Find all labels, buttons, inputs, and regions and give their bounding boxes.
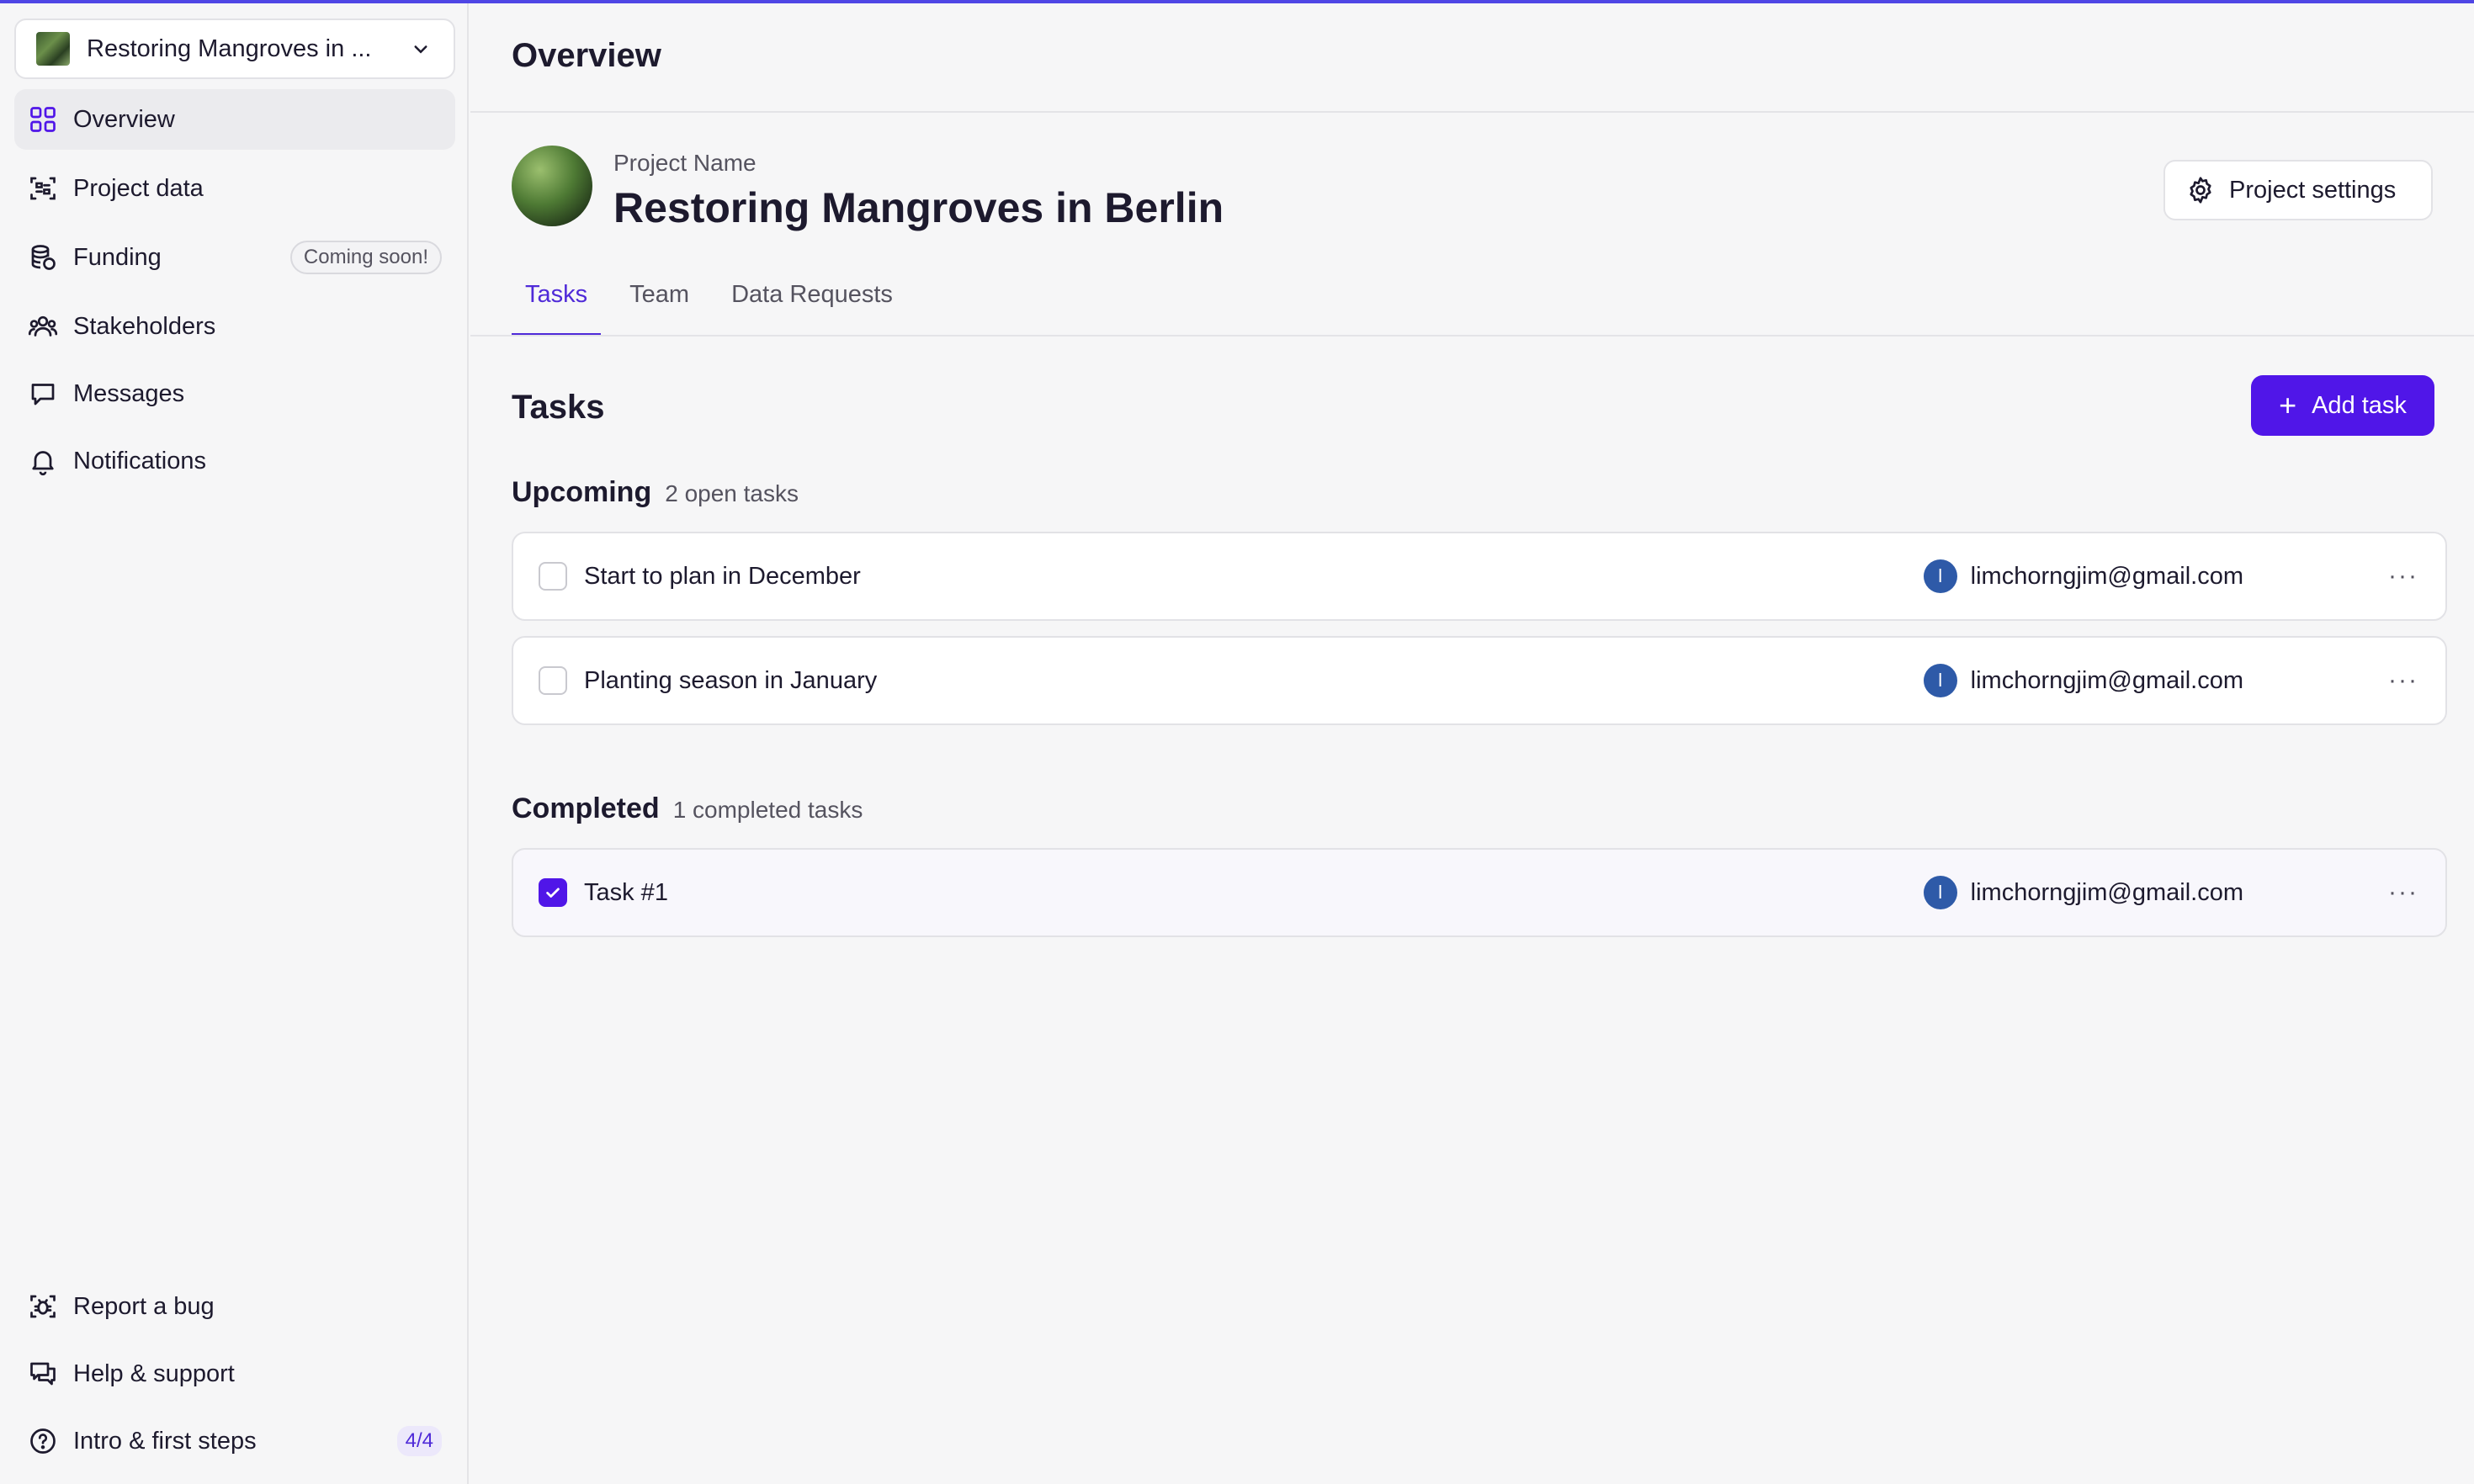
task-name: Planting season in January	[584, 666, 878, 694]
sidebar-item-label: Notifications	[73, 447, 206, 474]
upcoming-group-header: Upcoming 2 open tasks	[512, 476, 799, 509]
task-name: Start to plan in December	[584, 562, 861, 590]
assignee-email: limchorngjim@gmail.com	[1970, 562, 2243, 590]
avatar: l	[1923, 559, 1957, 593]
project-avatar	[512, 146, 592, 226]
progress-badge: 4/4	[396, 1426, 442, 1456]
task-row[interactable]: Start to plan in December l limchorngjim…	[512, 532, 2447, 621]
grid-icon	[30, 107, 56, 132]
help-chat-icon	[30, 1362, 56, 1386]
upcoming-heading: Upcoming	[512, 476, 652, 508]
tab-tasks[interactable]: Tasks	[512, 264, 602, 337]
tabs-divider	[470, 335, 2474, 337]
sidebar-item-notifications[interactable]: Notifications	[14, 431, 455, 491]
main-content: Overview Project Name Restoring Mangrove…	[470, 3, 2474, 1484]
users-icon	[28, 315, 58, 337]
bug-icon	[30, 1295, 56, 1318]
header-divider	[470, 111, 2474, 113]
sidebar-item-stakeholders[interactable]: Stakeholders	[14, 296, 455, 357]
coming-soon-badge: Coming soon!	[289, 241, 442, 274]
task-assignee: l limchorngjim@gmail.com	[1923, 664, 2243, 697]
bell-icon	[32, 451, 54, 476]
upcoming-count: 2 open tasks	[665, 480, 799, 506]
add-task-label: Add task	[2312, 391, 2407, 419]
more-options-icon[interactable]: ···	[2386, 666, 2420, 695]
project-name: Restoring Mangroves in Berlin	[613, 184, 1224, 231]
sidebar-item-label: Funding	[73, 243, 162, 271]
sidebar-item-help[interactable]: Help & support	[14, 1344, 455, 1404]
sidebar-item-report-bug[interactable]: Report a bug	[14, 1276, 455, 1337]
task-checkbox[interactable]	[539, 878, 567, 907]
plus-icon: +	[2279, 388, 2297, 422]
project-settings-button[interactable]: Project settings	[2163, 160, 2433, 220]
coins-icon	[31, 245, 56, 270]
completed-heading: Completed	[512, 792, 660, 824]
add-task-button[interactable]: + Add task	[2251, 375, 2434, 436]
sidebar-item-funding[interactable]: Funding Coming soon!	[14, 227, 455, 288]
sidebar-item-project-data[interactable]: Project data	[14, 158, 455, 219]
project-thumbnail	[36, 32, 70, 66]
sidebar-item-label: Report a bug	[73, 1292, 215, 1320]
task-checkbox[interactable]	[539, 562, 567, 591]
sidebar-item-label: Stakeholders	[73, 312, 216, 340]
sidebar-item-label: Project data	[73, 174, 204, 202]
project-selector-label: Restoring Mangroves in ...	[87, 34, 372, 62]
completed-group-header: Completed 1 completed tasks	[512, 792, 863, 825]
sidebar-item-label: Intro & first steps	[73, 1427, 257, 1455]
avatar: l	[1923, 876, 1957, 909]
assignee-email: limchorngjim@gmail.com	[1970, 666, 2243, 694]
tab-data-requests[interactable]: Data Requests	[718, 264, 906, 337]
more-options-icon[interactable]: ···	[2386, 562, 2420, 591]
check-icon	[546, 888, 560, 898]
tabs: Tasks Team Data Requests	[512, 264, 921, 337]
sidebar: Restoring Mangroves in ... Overview Proj…	[0, 3, 469, 1484]
chevron-down-icon	[414, 45, 427, 54]
gear-icon	[2190, 177, 2211, 204]
completed-count: 1 completed tasks	[672, 797, 863, 823]
question-circle-icon	[30, 1428, 56, 1454]
sidebar-item-label: Messages	[73, 379, 185, 407]
task-assignee: l limchorngjim@gmail.com	[1923, 876, 2243, 909]
task-name: Task #1	[584, 878, 668, 906]
more-options-icon[interactable]: ···	[2386, 878, 2420, 907]
avatar: l	[1923, 664, 1957, 697]
task-checkbox[interactable]	[539, 666, 567, 695]
assignee-email: limchorngjim@gmail.com	[1970, 878, 2243, 906]
project-selector[interactable]: Restoring Mangroves in ...	[14, 19, 455, 79]
chat-bubble-icon	[31, 384, 55, 405]
sidebar-item-intro[interactable]: Intro & first steps 4/4	[14, 1411, 455, 1471]
tasks-title: Tasks	[512, 389, 605, 426]
sidebar-item-messages[interactable]: Messages	[14, 363, 455, 424]
project-settings-label: Project settings	[2229, 176, 2397, 204]
sidebar-item-overview[interactable]: Overview	[14, 89, 455, 150]
project-name-label: Project Name	[613, 150, 757, 176]
page-title: Overview	[512, 37, 661, 74]
task-row[interactable]: Task #1 l limchorngjim@gmail.com ···	[512, 848, 2447, 937]
data-scan-icon	[30, 177, 56, 200]
task-row[interactable]: Planting season in January l limchorngji…	[512, 636, 2447, 725]
sidebar-item-label: Help & support	[73, 1359, 235, 1387]
tab-team[interactable]: Team	[616, 264, 703, 337]
sidebar-item-label: Overview	[73, 105, 175, 133]
task-assignee: l limchorngjim@gmail.com	[1923, 559, 2243, 593]
